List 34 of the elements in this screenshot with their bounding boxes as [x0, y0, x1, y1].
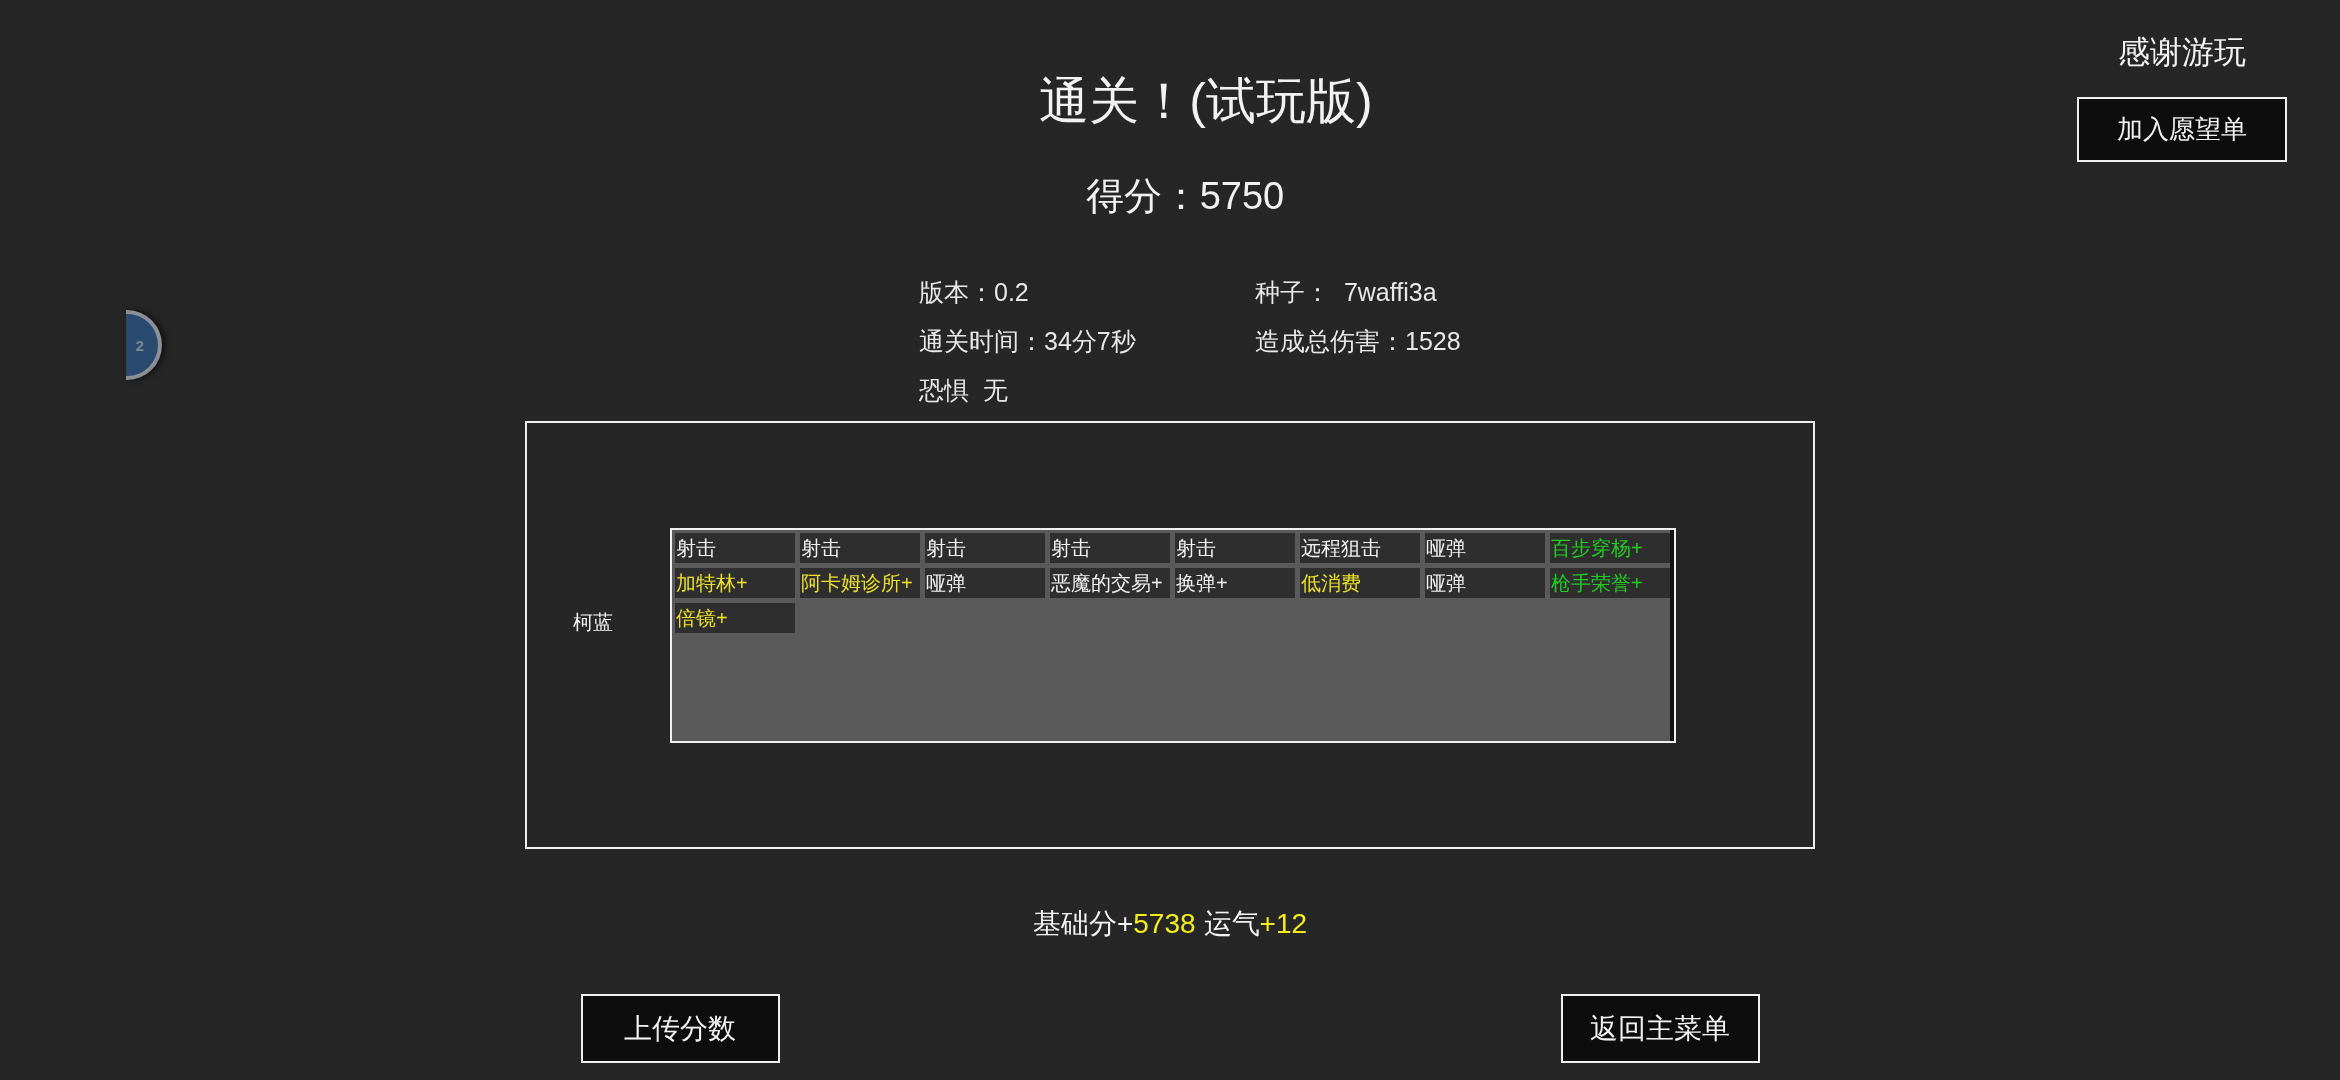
run-info-text: 通关时间：34分7秒 — [919, 326, 1136, 357]
page-title: 通关！(试玩版) — [1039, 72, 1373, 131]
card-cell[interactable]: 哑弹 — [1425, 532, 1545, 563]
thanks-text: 感谢游玩 — [2118, 33, 2246, 72]
wishlist-button[interactable]: 加入愿望单 — [2077, 97, 2287, 162]
score-value: +12 — [1259, 908, 1308, 939]
menu-button[interactable]: 上传分数 — [580, 994, 780, 1063]
score-value: 5738 — [1133, 908, 1196, 939]
run-info-text: 恐惧 无 — [919, 375, 1008, 406]
card-cell[interactable]: 枪手荣誉+ — [1550, 567, 1670, 598]
card-cell[interactable]: 射击 — [1175, 532, 1295, 563]
card-cell[interactable]: 远程狙击 — [1300, 532, 1420, 563]
card-cell[interactable]: 恶魔的交易+ — [1050, 567, 1170, 598]
run-info-text: 造成总伤害：1528 — [1255, 326, 1461, 357]
character-name: 柯蓝 — [573, 611, 613, 633]
scrollbar[interactable] — [1670, 529, 1674, 741]
card-cell[interactable]: 低消费 — [1300, 567, 1420, 598]
card-cell[interactable]: 射击 — [1050, 532, 1170, 563]
card-cell[interactable]: 阿卡姆诊所+ — [800, 567, 920, 598]
menu-button[interactable]: 返回主菜单 — [1560, 994, 1760, 1063]
score-label: 基础分+ — [1032, 908, 1134, 939]
card-cell[interactable]: 加特林+ — [675, 567, 795, 598]
card-cell[interactable]: 百步穿杨+ — [1550, 532, 1670, 563]
run-info-text: 版本：0.2 — [919, 277, 1029, 308]
card-cell[interactable]: 射击 — [925, 532, 1045, 563]
card-cell[interactable]: 换弹+ — [1175, 567, 1295, 598]
card-cell[interactable]: 哑弹 — [925, 567, 1045, 598]
card-cell[interactable]: 射击 — [800, 532, 920, 563]
card-cell[interactable]: 射击 — [675, 532, 795, 563]
card-cell[interactable]: 哑弹 — [1425, 567, 1545, 598]
score-label: 运气 — [1203, 908, 1260, 939]
score-text: 得分：5750 — [1085, 174, 1285, 219]
run-info-text: 种子： 7waffi3a — [1255, 277, 1437, 308]
card-cell[interactable]: 倍镜+ — [675, 602, 795, 633]
